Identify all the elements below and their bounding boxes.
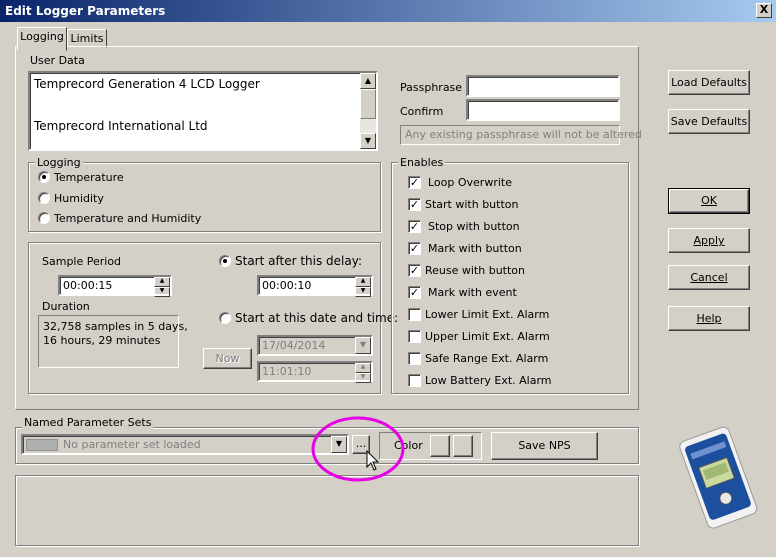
sample-period-spinner[interactable]: ▲ ▼ [154, 277, 170, 297]
now-button-label: Now [215, 352, 240, 365]
enable-stop-with-button-check[interactable]: ✓ [408, 220, 421, 233]
spin-up-icon[interactable]: ▲ [355, 277, 371, 287]
spin-down-icon[interactable]: ▼ [355, 373, 371, 383]
now-button[interactable]: Now [203, 348, 252, 369]
enable-mark-with-event-check[interactable]: ✓ [408, 286, 421, 299]
enable-upper-limit-alarm-check[interactable] [408, 330, 421, 343]
enable-mark-with-button-label[interactable]: Mark with button [428, 242, 522, 255]
nps-color-swatch [26, 439, 58, 451]
sample-period-value: 00:00:15 [63, 279, 113, 292]
nps-color-button-2[interactable] [453, 435, 473, 457]
save-defaults-button[interactable]: Save Defaults [668, 109, 750, 134]
duration-line-2: 16 hours, 29 minutes [43, 334, 161, 347]
enable-mark-with-button-check[interactable]: ✓ [408, 242, 421, 255]
tab-logging-label: Logging [20, 30, 64, 43]
passphrase-label: Passphrase [400, 81, 463, 94]
confirm-label: Confirm [400, 105, 444, 118]
close-icon: X [759, 3, 769, 16]
window-title: Edit Logger Parameters [5, 4, 166, 18]
spin-up-icon[interactable]: ▲ [154, 277, 170, 287]
duration-display: 32,758 samples in 5 days, 16 hours, 29 m… [38, 315, 188, 368]
enable-lower-limit-alarm-label[interactable]: Lower Limit Ext. Alarm [425, 308, 549, 321]
start-delay-value: 00:00:10 [262, 279, 312, 292]
mouse-cursor-icon [366, 450, 380, 471]
start-at-date-label[interactable]: Start at this date and time: [235, 311, 398, 325]
enable-reuse-with-button-check[interactable]: ✓ [408, 264, 421, 277]
start-after-delay-label[interactable]: Start after this delay: [235, 254, 362, 268]
spin-up-icon[interactable]: ▲ [355, 363, 371, 373]
cancel-label: Cancel [690, 271, 728, 284]
radio-start-after-delay[interactable] [219, 255, 231, 267]
apply-label: Apply [693, 234, 725, 247]
tab-logging[interactable]: Logging [17, 27, 67, 51]
enable-lower-limit-alarm-check[interactable] [408, 308, 421, 321]
enable-loop-overwrite-label[interactable]: Loop Overwrite [428, 176, 512, 189]
radio-temperature-and-humidity[interactable] [38, 212, 50, 224]
load-defaults-button[interactable]: Load Defaults [668, 70, 750, 95]
sample-period-label: Sample Period [42, 255, 122, 268]
cancel-button[interactable]: Cancel [668, 265, 750, 290]
save-nps-label: Save NPS [518, 439, 571, 452]
nps-select[interactable]: No parameter set loaded [21, 434, 349, 455]
confirm-input[interactable] [466, 99, 620, 121]
passphrase-input[interactable] [466, 75, 620, 97]
highlight-ellipse [311, 416, 405, 482]
load-defaults-label: Load Defaults [671, 76, 747, 89]
user-data-memo[interactable]: Temprecord Generation 4 LCD Logger Tempr… [28, 71, 378, 151]
enables-group-label: Enables [398, 156, 446, 169]
radio-temperature[interactable] [38, 171, 50, 183]
status-area [15, 475, 639, 546]
radio-humidity[interactable] [38, 192, 50, 204]
enable-low-battery-alarm-check[interactable] [408, 374, 421, 387]
apply-button[interactable]: Apply [668, 228, 750, 253]
radio-humidity-label[interactable]: Humidity [54, 192, 104, 205]
ok-label: OK [701, 194, 717, 207]
enable-start-with-button-check[interactable]: ✓ [408, 198, 421, 211]
nps-group-label: Named Parameter Sets [22, 416, 154, 429]
enable-stop-with-button-label[interactable]: Stop with button [428, 220, 520, 233]
save-nps-button[interactable]: Save NPS [491, 432, 598, 460]
enable-mark-with-event-label[interactable]: Mark with event [428, 286, 517, 299]
enable-safe-range-alarm-label[interactable]: Safe Range Ext. Alarm [425, 352, 548, 365]
scroll-up-icon[interactable]: ▲ [360, 73, 376, 89]
user-data-label: User Data [30, 54, 85, 67]
enable-safe-range-alarm-check[interactable] [408, 352, 421, 365]
scroll-thumb[interactable] [360, 89, 376, 119]
enable-loop-overwrite-check[interactable]: ✓ [408, 176, 421, 189]
user-data-scrollbar[interactable]: ▲ ▼ [360, 73, 376, 149]
nps-color-button-1[interactable] [430, 435, 450, 457]
enable-start-with-button-label[interactable]: Start with button [425, 198, 518, 211]
passphrase-note: Any existing passphrase will not be alte… [400, 125, 642, 145]
radio-temperature-label[interactable]: Temperature [54, 171, 124, 184]
user-data-line-1: Temprecord Generation 4 LCD Logger [34, 77, 260, 91]
radio-start-at-date[interactable] [219, 312, 231, 324]
radio-temperature-and-humidity-label[interactable]: Temperature and Humidity [54, 212, 201, 225]
logger-device-image [679, 426, 758, 529]
enable-low-battery-alarm-label[interactable]: Low Battery Ext. Alarm [425, 374, 552, 387]
user-data-line-2: Temprecord International Ltd [34, 119, 208, 133]
help-button[interactable]: Help [668, 306, 750, 331]
date-dropdown-icon[interactable]: ▼ [355, 337, 371, 354]
duration-line-1: 32,758 samples in 5 days, [43, 320, 188, 333]
duration-label: Duration [42, 300, 90, 313]
start-time-value: 11:01:10 [262, 365, 312, 378]
scroll-down-icon[interactable]: ▼ [360, 133, 376, 149]
logging-group-label: Logging [35, 156, 83, 169]
save-defaults-label: Save Defaults [670, 115, 748, 128]
start-time-spinner[interactable]: ▲ ▼ [355, 363, 371, 383]
tab-limits-label: Limits [70, 32, 104, 45]
close-button[interactable]: X [756, 3, 772, 18]
spin-down-icon[interactable]: ▼ [355, 287, 371, 297]
enable-upper-limit-alarm-label[interactable]: Upper Limit Ext. Alarm [425, 330, 550, 343]
nps-select-value: No parameter set loaded [63, 438, 201, 451]
help-label: Help [696, 312, 722, 325]
enable-reuse-with-button-label[interactable]: Reuse with button [425, 264, 525, 277]
start-delay-spinner[interactable]: ▲ ▼ [355, 277, 371, 297]
start-date-value: 17/04/2014 [262, 339, 326, 352]
ok-button[interactable]: OK [668, 188, 750, 214]
title-bar: Edit Logger Parameters [0, 0, 776, 22]
spin-down-icon[interactable]: ▼ [154, 287, 170, 297]
